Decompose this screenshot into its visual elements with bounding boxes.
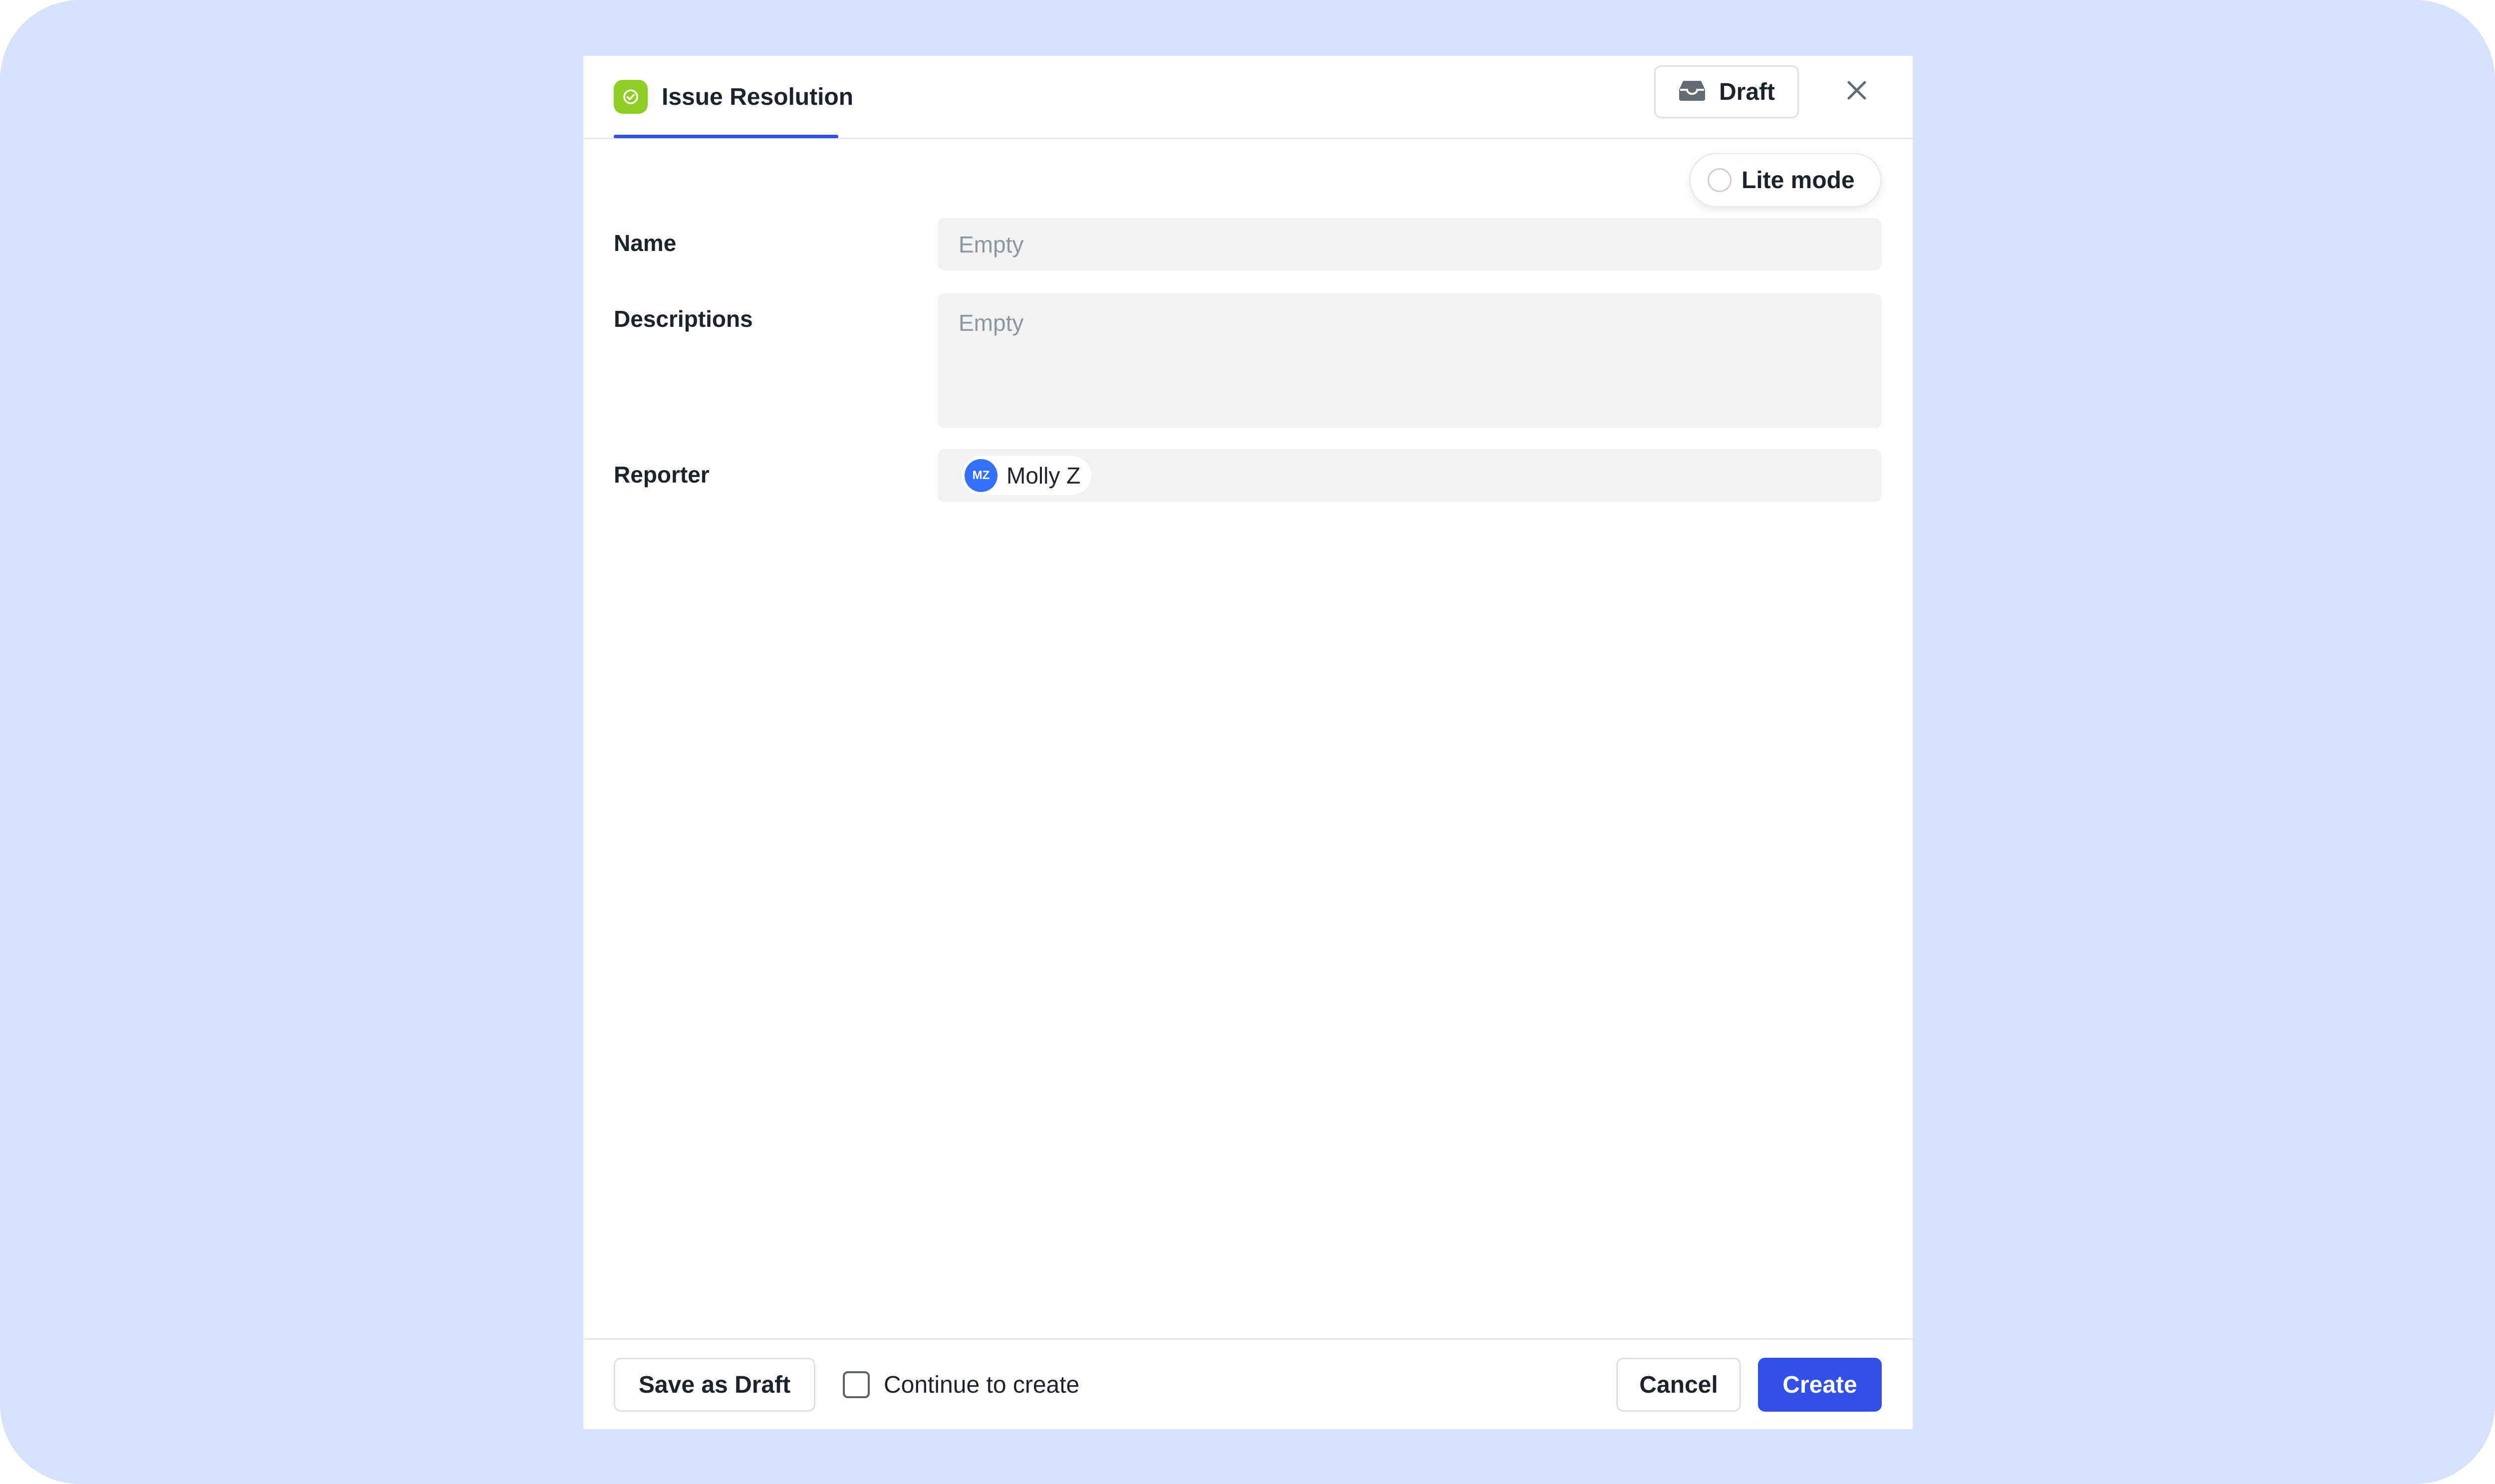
dialog-footer: Save as Draft Continue to create Cancel …	[583, 1338, 1913, 1429]
lite-mode-label: Lite mode	[1742, 167, 1855, 194]
continue-to-create-label: Continue to create	[884, 1371, 1080, 1398]
name-placeholder: Empty	[959, 231, 1024, 257]
descriptions-label: Descriptions	[614, 306, 753, 332]
lite-mode-radio[interactable]	[1708, 168, 1732, 192]
reporter-user-chip[interactable]: MZ Molly Z	[962, 456, 1092, 495]
tab-issue-resolution[interactable]: Issue Resolution	[614, 56, 853, 138]
active-tab-indicator	[614, 135, 838, 138]
tab-title: Issue Resolution	[662, 83, 854, 110]
name-label: Name	[614, 230, 677, 256]
descriptions-textarea[interactable]: Empty	[938, 293, 1882, 428]
name-input[interactable]: Empty	[938, 218, 1882, 270]
cancel-button[interactable]: Cancel	[1616, 1358, 1741, 1412]
continue-to-create-option[interactable]: Continue to create	[843, 1358, 1079, 1412]
reporter-user-name: Molly Z	[1006, 463, 1081, 489]
close-button[interactable]	[1839, 74, 1874, 109]
lite-mode-toggle[interactable]: Lite mode	[1689, 153, 1882, 208]
continue-to-create-checkbox[interactable]	[843, 1371, 870, 1398]
draft-label: Draft	[1719, 78, 1775, 105]
dialog-header: Issue Resolution Draft	[583, 56, 1913, 139]
inbox-icon	[1678, 79, 1706, 105]
close-icon	[1846, 79, 1868, 104]
avatar: MZ	[965, 459, 998, 492]
descriptions-placeholder: Empty	[959, 310, 1024, 336]
check-circle-icon	[614, 80, 648, 114]
reporter-select[interactable]: MZ Molly Z	[938, 449, 1882, 502]
draft-button[interactable]: Draft	[1654, 65, 1799, 118]
save-as-draft-button[interactable]: Save as Draft	[614, 1358, 815, 1412]
reporter-label: Reporter	[614, 462, 710, 488]
create-issue-dialog: Issue Resolution Draft Lite mode Name Em…	[583, 56, 1913, 1429]
create-button[interactable]: Create	[1758, 1358, 1882, 1412]
